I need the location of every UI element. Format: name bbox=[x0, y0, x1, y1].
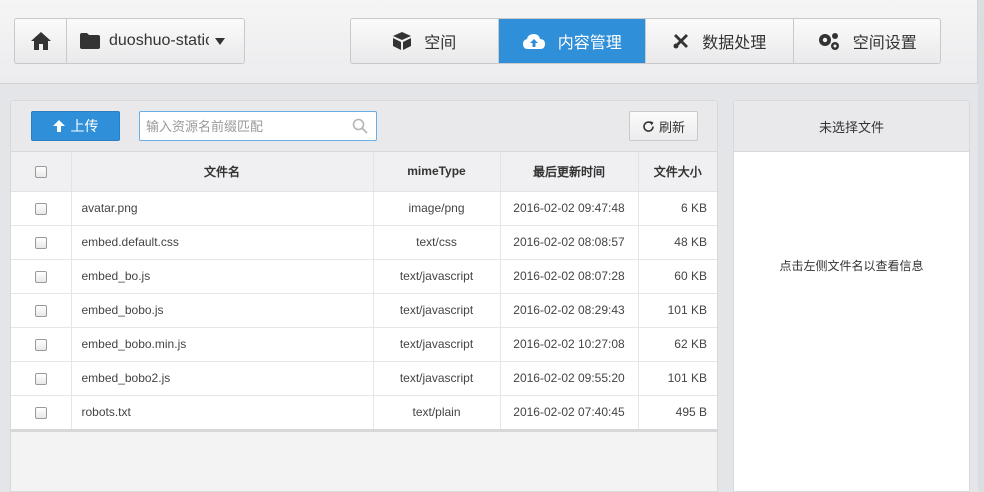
chevron-down-icon bbox=[215, 37, 225, 45]
row-select-cell bbox=[11, 225, 72, 260]
file-name[interactable]: embed_bobo.min.js bbox=[71, 327, 374, 362]
file-info-panel: 未选择文件 点击左侧文件名以查看信息 bbox=[733, 100, 970, 492]
home-icon bbox=[30, 32, 51, 50]
window-edge bbox=[978, 0, 984, 492]
row-select-cell bbox=[11, 259, 72, 294]
row-checkbox[interactable] bbox=[34, 406, 47, 419]
row-checkbox[interactable] bbox=[34, 304, 47, 317]
table-divider bbox=[11, 429, 717, 432]
file-updated-time: 2016-02-02 08:07:28 bbox=[500, 259, 639, 294]
file-size: 6 KB bbox=[638, 191, 717, 226]
gears-icon bbox=[818, 33, 839, 50]
row-select-cell bbox=[11, 293, 72, 328]
file-mimetype: text/javascript bbox=[373, 259, 501, 294]
box-icon bbox=[393, 32, 412, 50]
file-name[interactable]: embed_bobo2.js bbox=[71, 361, 374, 396]
tools-icon bbox=[673, 34, 689, 49]
table-row[interactable]: avatar.png image/png 2016-02-02 09:47:48… bbox=[11, 191, 717, 226]
file-mimetype: text/javascript bbox=[373, 293, 501, 328]
file-list-panel: 上传 刷新 文件名 mimeType 最后更新时间 bbox=[10, 100, 718, 492]
row-checkbox[interactable] bbox=[34, 270, 47, 283]
tab-space-label: 空间 bbox=[424, 35, 457, 52]
file-size: 101 KB bbox=[638, 361, 717, 396]
tab-content-management-label: 内容管理 bbox=[557, 35, 622, 52]
file-info-title: 未选择文件 bbox=[734, 101, 969, 152]
refresh-button[interactable]: 刷新 bbox=[629, 111, 698, 141]
file-name[interactable]: embed_bo.js bbox=[71, 259, 374, 294]
file-mimetype: text/plain bbox=[373, 395, 501, 430]
row-checkbox[interactable] bbox=[34, 236, 47, 249]
upload-label: 上传 bbox=[70, 118, 99, 134]
file-updated-time: 2016-02-02 08:08:57 bbox=[500, 225, 639, 260]
home-button[interactable] bbox=[14, 18, 66, 64]
file-name[interactable]: embed_bobo.js bbox=[71, 293, 374, 328]
column-header-updated[interactable]: 最后更新时间 bbox=[500, 152, 639, 192]
file-name[interactable]: embed.default.css bbox=[71, 225, 374, 260]
table-row[interactable]: robots.txt text/plain 2016-02-02 07:40:4… bbox=[11, 395, 717, 430]
refresh-label: 刷新 bbox=[658, 119, 685, 135]
file-mimetype: text/css bbox=[373, 225, 501, 260]
file-updated-time: 2016-02-02 08:29:43 bbox=[500, 293, 639, 328]
file-updated-time: 2016-02-02 07:40:45 bbox=[500, 395, 639, 430]
file-size: 495 B bbox=[638, 395, 717, 430]
column-header-name[interactable]: 文件名 bbox=[71, 152, 374, 192]
table-row[interactable]: embed_bobo2.js text/javascript 2016-02-0… bbox=[11, 361, 717, 396]
row-select-cell bbox=[11, 395, 72, 430]
table-row[interactable]: embed_bo.js text/javascript 2016-02-02 0… bbox=[11, 259, 717, 294]
file-mimetype: image/png bbox=[373, 191, 501, 226]
arrow-up-icon bbox=[52, 120, 65, 132]
search-input[interactable] bbox=[140, 112, 340, 140]
tab-content-management[interactable]: 内容管理 bbox=[498, 19, 646, 63]
row-select-cell bbox=[11, 361, 72, 396]
column-header-mimetype[interactable]: mimeType bbox=[373, 152, 501, 192]
file-table: 文件名 mimeType 最后更新时间 文件大小 avatar.png imag… bbox=[11, 152, 717, 430]
folder-icon bbox=[80, 33, 100, 49]
select-all-cell bbox=[11, 152, 72, 192]
file-info-hint: 点击左侧文件名以查看信息 bbox=[779, 259, 924, 273]
tab-space-settings-label: 空间设置 bbox=[852, 35, 917, 52]
file-updated-time: 2016-02-02 09:55:20 bbox=[500, 361, 639, 396]
file-mimetype: text/javascript bbox=[373, 327, 501, 362]
file-size: 101 KB bbox=[638, 293, 717, 328]
file-updated-time: 2016-02-02 10:27:08 bbox=[500, 327, 639, 362]
upload-button[interactable]: 上传 bbox=[31, 111, 120, 141]
tab-space[interactable]: 空间 bbox=[351, 19, 499, 63]
file-toolbar: 上传 刷新 bbox=[11, 101, 717, 152]
row-checkbox[interactable] bbox=[34, 372, 47, 385]
file-size: 48 KB bbox=[638, 225, 717, 260]
main-nav-tabs: 空间 内容管理 数据处理 空间设置 bbox=[350, 18, 941, 64]
row-checkbox[interactable] bbox=[34, 202, 47, 215]
top-bar: duoshuo-static 空间 内容管理 数据处理 空间设置 bbox=[0, 0, 978, 84]
file-size: 62 KB bbox=[638, 327, 717, 362]
select-all-checkbox[interactable] bbox=[34, 166, 47, 179]
file-updated-time: 2016-02-02 09:47:48 bbox=[500, 191, 639, 226]
file-name[interactable]: robots.txt bbox=[71, 395, 374, 430]
tab-space-settings[interactable]: 空间设置 bbox=[794, 19, 941, 63]
table-header-row: 文件名 mimeType 最后更新时间 文件大小 bbox=[11, 152, 717, 192]
row-select-cell bbox=[11, 191, 72, 226]
row-checkbox[interactable] bbox=[34, 338, 47, 351]
cloud-upload-icon bbox=[522, 34, 545, 49]
file-mimetype: text/javascript bbox=[373, 361, 501, 396]
file-size: 60 KB bbox=[638, 259, 717, 294]
bucket-selector[interactable]: duoshuo-static bbox=[66, 18, 245, 64]
tab-data-processing-label: 数据处理 bbox=[702, 35, 767, 52]
table-row[interactable]: embed_bobo.js text/javascript 2016-02-02… bbox=[11, 293, 717, 328]
tab-data-processing[interactable]: 数据处理 bbox=[646, 19, 794, 63]
search-icon bbox=[352, 118, 368, 134]
column-header-size[interactable]: 文件大小 bbox=[638, 152, 717, 192]
bucket-name: duoshuo-static bbox=[109, 32, 209, 49]
file-name[interactable]: avatar.png bbox=[71, 191, 374, 226]
row-select-cell bbox=[11, 327, 72, 362]
refresh-icon bbox=[643, 120, 654, 132]
table-row[interactable]: embed.default.css text/css 2016-02-02 08… bbox=[11, 225, 717, 260]
search-box bbox=[139, 111, 377, 141]
table-row[interactable]: embed_bobo.min.js text/javascript 2016-0… bbox=[11, 327, 717, 362]
